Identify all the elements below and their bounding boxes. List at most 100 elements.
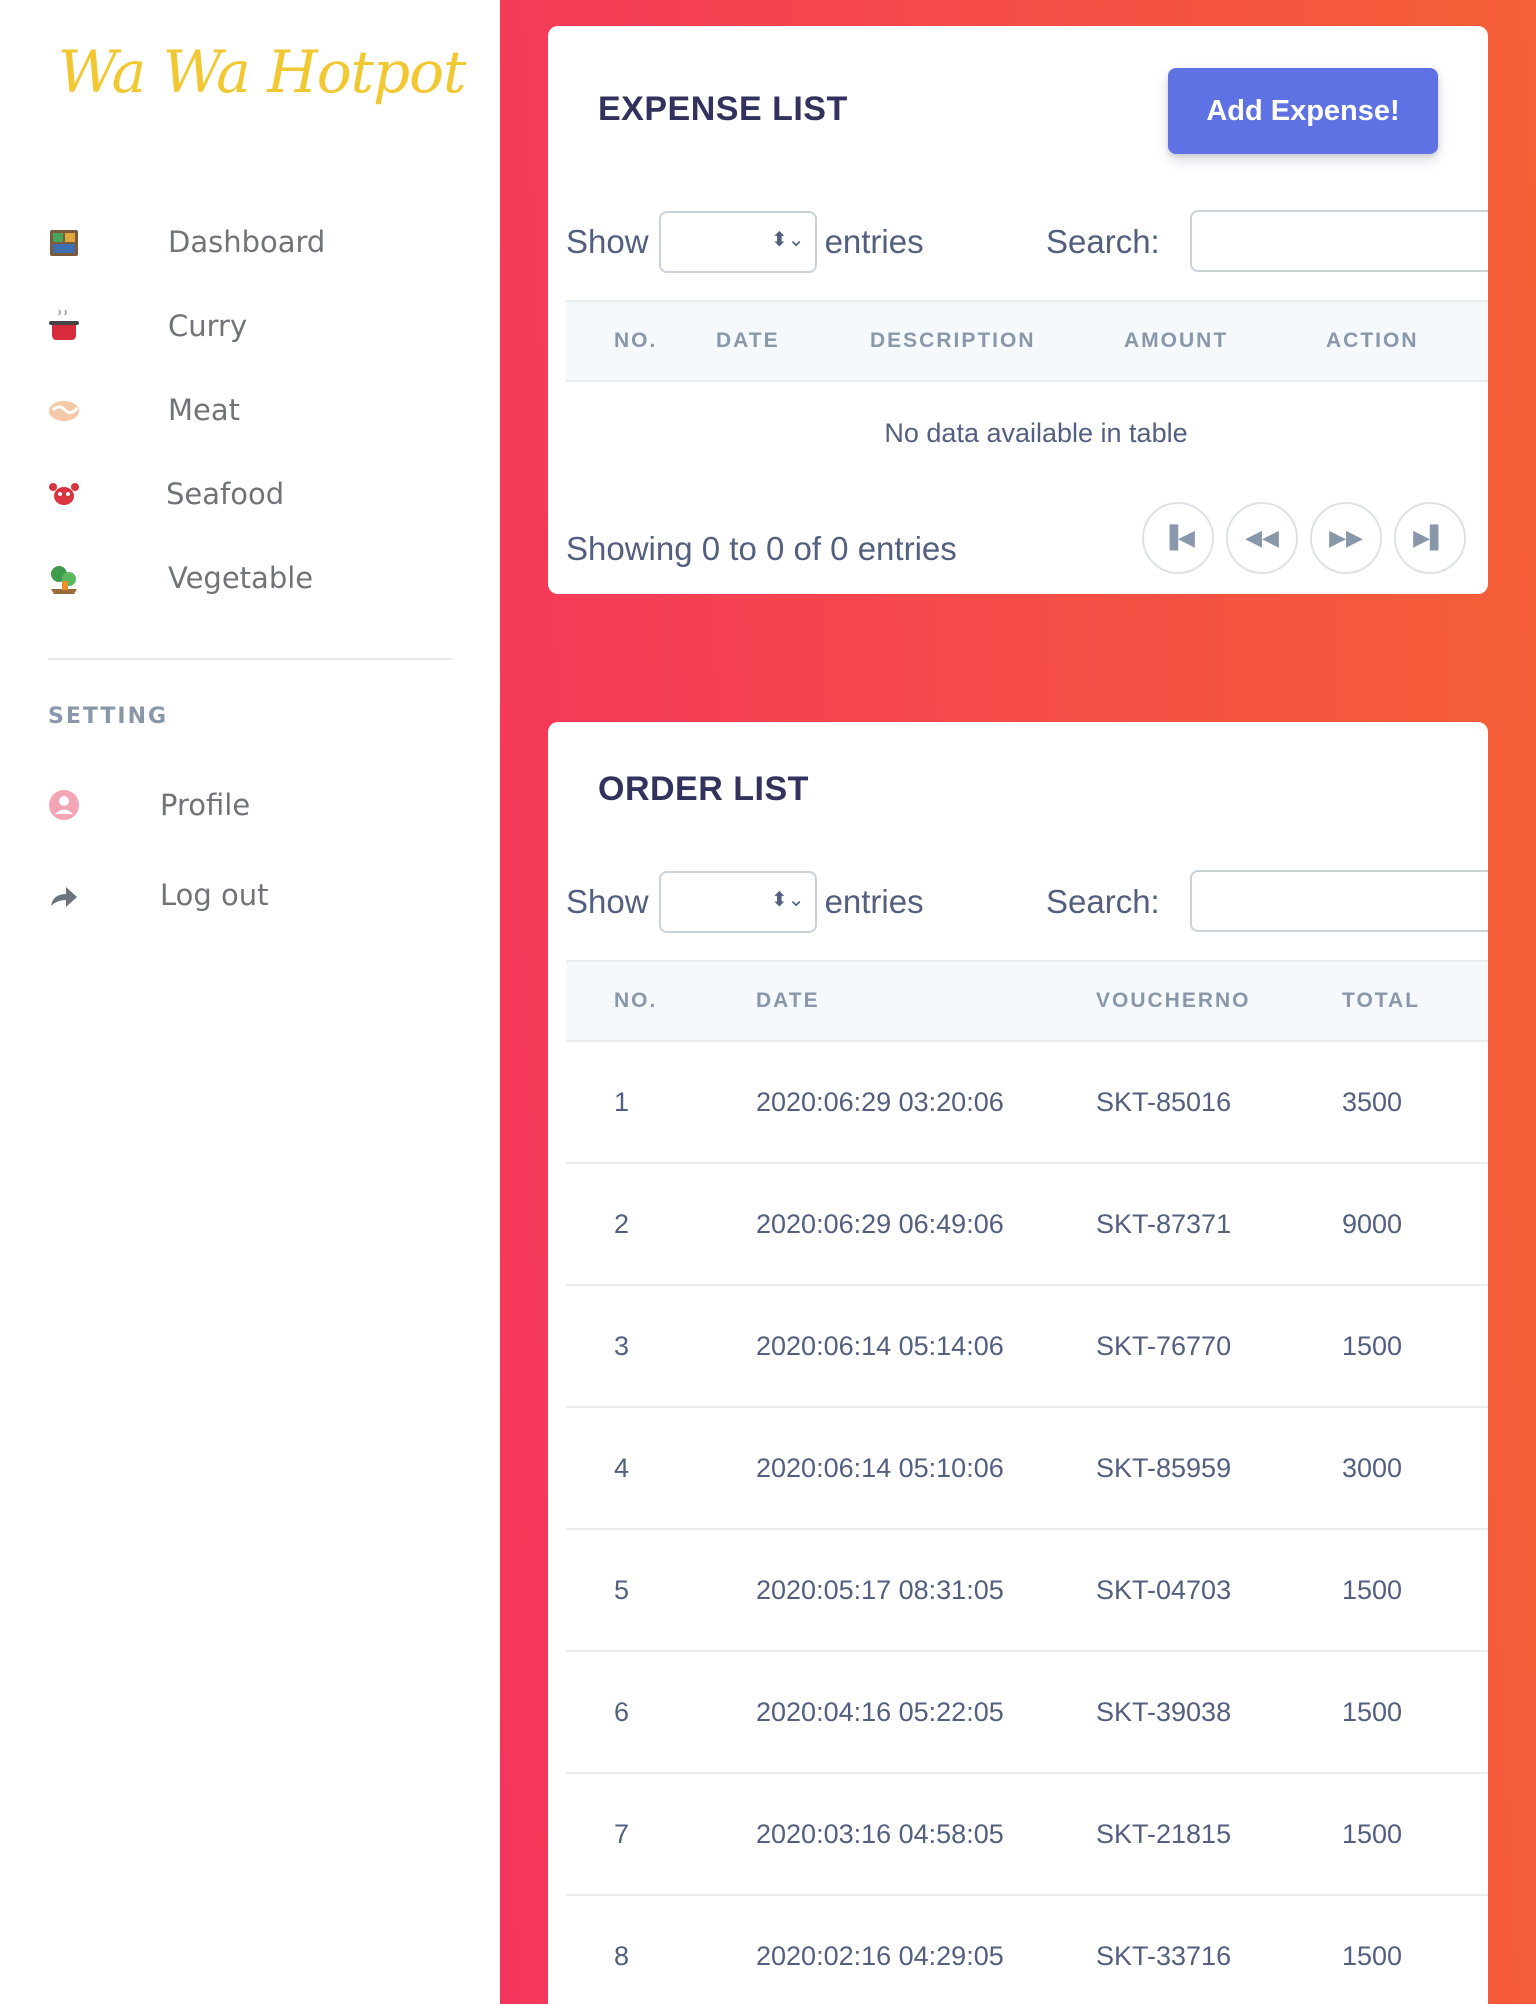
cell-date: 2020:06:14 05:10:06: [756, 1407, 1096, 1530]
cell-voucher: SKT-76770: [1096, 1285, 1342, 1408]
cell-date: 2020:02:16 04:29:05: [756, 1895, 1096, 2004]
cell-no: 4: [566, 1407, 756, 1530]
cell-date: 2020:05:17 08:31:05: [756, 1529, 1096, 1652]
order-length-row: Show ⬍⌄ entries Search:: [566, 870, 1488, 934]
col-header-voucherno[interactable]: VOUCHERNO: [1096, 961, 1342, 1041]
sidebar-item-label: Seafood: [166, 477, 285, 511]
cell-voucher: SKT-87371: [1096, 1163, 1342, 1286]
sidebar-item-meat[interactable]: Meat: [44, 383, 464, 437]
table-row: 8 2020:02:16 04:29:05 SKT-33716 1500: [566, 1895, 1488, 2004]
cell-date: 2020:04:16 05:22:05: [756, 1651, 1096, 1774]
expense-card: EXPENSE LIST Add Expense! Show ⬍⌄ entrie…: [548, 26, 1488, 594]
select-arrows-icon: ⬍⌄: [771, 227, 805, 251]
entries-label: entries: [824, 883, 924, 920]
table-row: 1 2020:06:29 03:20:06 SKT-85016 3500: [566, 1041, 1488, 1164]
cell-no: 7: [566, 1773, 756, 1896]
col-header-date[interactable]: DATE: [716, 301, 870, 381]
table-row: 2 2020:06:29 06:49:06 SKT-87371 9000: [566, 1163, 1488, 1286]
cell-voucher: SKT-04703: [1096, 1529, 1342, 1652]
first-page-icon[interactable]: ▐◀: [1142, 502, 1214, 574]
expense-length-select[interactable]: ⬍⌄: [658, 211, 817, 273]
sidebar-divider: [48, 658, 452, 660]
cell-voucher: SKT-85016: [1096, 1041, 1342, 1164]
col-header-description[interactable]: DESCRIPTION: [870, 301, 1124, 381]
col-header-total[interactable]: TOTAL: [1342, 961, 1488, 1041]
cell-date: 2020:06:29 06:49:06: [756, 1163, 1096, 1286]
cell-no: 8: [566, 1895, 756, 2004]
cell-voucher: SKT-33716: [1096, 1895, 1342, 2004]
meat-icon: [44, 390, 84, 430]
profile-icon: [44, 785, 84, 825]
cell-date: 2020:03:16 04:58:05: [756, 1773, 1096, 1896]
cell-voucher: SKT-21815: [1096, 1773, 1342, 1896]
logout-icon: [44, 875, 84, 915]
sidebar-item-dashboard[interactable]: Dashboard: [44, 215, 464, 269]
sidebar-item-label: Dashboard: [168, 225, 326, 259]
previous-page-icon[interactable]: ◀◀: [1226, 502, 1298, 574]
sidebar-item-vegetable[interactable]: Vegetable: [44, 551, 464, 605]
cell-no: 2: [566, 1163, 756, 1286]
col-header-date[interactable]: DATE: [756, 961, 1096, 1041]
col-header-amount[interactable]: AMOUNT: [1124, 301, 1326, 381]
table-row: 6 2020:04:16 05:22:05 SKT-39038 1500: [566, 1651, 1488, 1774]
col-header-action[interactable]: ACTION: [1326, 301, 1488, 381]
empty-row: No data available in table: [566, 381, 1488, 485]
sidebar-item-profile[interactable]: Profile: [44, 778, 464, 832]
order-title: ORDER LIST: [598, 770, 809, 808]
cell-no: 1: [566, 1041, 756, 1164]
show-label: Show: [566, 223, 649, 260]
cell-no: 3: [566, 1285, 756, 1408]
cell-total: 3500: [1342, 1041, 1488, 1164]
col-header-no[interactable]: NO.: [566, 301, 716, 381]
cell-voucher: SKT-39038: [1096, 1651, 1342, 1774]
cell-date: 2020:06:14 05:14:06: [756, 1285, 1096, 1408]
order-search-input[interactable]: [1190, 870, 1488, 932]
cell-total: 1500: [1342, 1895, 1488, 2004]
cell-total: 1500: [1342, 1651, 1488, 1774]
order-table: NO. DATE VOUCHERNO TOTAL 1 2020:06:29 03…: [566, 960, 1488, 2004]
table-header-row: NO. DATE VOUCHERNO TOTAL: [566, 961, 1488, 1041]
main-content: EXPENSE LIST Add Expense! Show ⬍⌄ entrie…: [500, 0, 1536, 2004]
entries-label: entries: [824, 223, 924, 260]
cell-total: 1500: [1342, 1773, 1488, 1896]
cell-total: 1500: [1342, 1285, 1488, 1408]
order-length-select[interactable]: ⬍⌄: [658, 871, 817, 933]
search-label: Search:: [1046, 223, 1160, 260]
expense-length-row: Show ⬍⌄ entries Search:: [566, 210, 1488, 274]
select-arrows-icon: ⬍⌄: [771, 887, 805, 911]
empty-message: No data available in table: [884, 418, 1188, 448]
last-page-icon[interactable]: ▶▌: [1394, 502, 1466, 574]
sidebar-item-label: Meat: [168, 393, 241, 427]
expense-info: Showing 0 to 0 of 0 entries: [566, 530, 957, 567]
cell-no: 6: [566, 1651, 756, 1774]
cell-date: 2020:06:29 03:20:06: [756, 1041, 1096, 1164]
expense-pagination: ▐◀ ◀◀ ▶▶ ▶▌: [1142, 502, 1466, 574]
vegetable-icon: [44, 558, 84, 598]
sidebar-item-seafood[interactable]: Seafood: [44, 467, 464, 521]
table-row: 7 2020:03:16 04:58:05 SKT-21815 1500: [566, 1773, 1488, 1896]
sidebar-item-curry[interactable]: Curry: [44, 299, 464, 353]
sidebar-item-label: Log out: [160, 878, 269, 912]
cell-total: 3000: [1342, 1407, 1488, 1530]
sidebar-item-label: Profile: [160, 788, 251, 822]
order-card: ORDER LIST Show ⬍⌄ entries Search: NO. D…: [548, 722, 1488, 2004]
add-expense-button[interactable]: Add Expense!: [1168, 68, 1438, 154]
sidebar-item-logout[interactable]: Log out: [44, 868, 464, 922]
expense-search-input[interactable]: [1190, 210, 1488, 272]
cell-total: 1500: [1342, 1529, 1488, 1652]
cell-total: 9000: [1342, 1163, 1488, 1286]
sidebar: Wa Wa Hotpot Dashboard Curry Meat Seafoo…: [0, 0, 500, 2004]
cell-no: 5: [566, 1529, 756, 1652]
table-row: 5 2020:05:17 08:31:05 SKT-04703 1500: [566, 1529, 1488, 1652]
table-header-row: NO. DATE DESCRIPTION AMOUNT ACTION: [566, 301, 1488, 381]
setting-heading: SETTING: [48, 704, 169, 729]
seafood-icon: [44, 474, 84, 514]
brand-logo[interactable]: Wa Wa Hotpot: [58, 38, 466, 106]
dashboard-icon: [44, 222, 84, 262]
next-page-icon[interactable]: ▶▶: [1310, 502, 1382, 574]
cell-voucher: SKT-85959: [1096, 1407, 1342, 1530]
table-row: 3 2020:06:14 05:14:06 SKT-76770 1500: [566, 1285, 1488, 1408]
curry-pot-icon: [44, 306, 84, 346]
sidebar-item-label: Vegetable: [168, 561, 314, 595]
col-header-no[interactable]: NO.: [566, 961, 756, 1041]
